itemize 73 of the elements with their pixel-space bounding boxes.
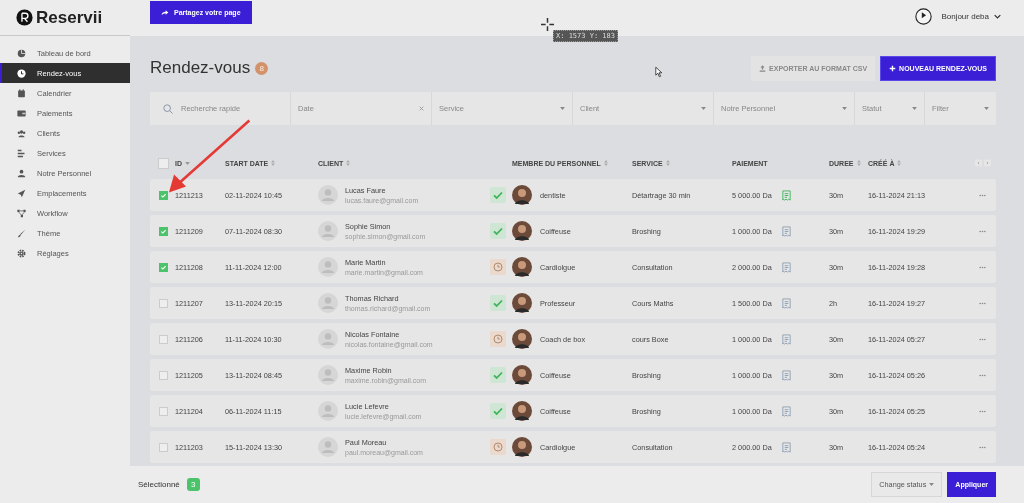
staff-avatar bbox=[512, 293, 532, 313]
avatar-icon bbox=[318, 365, 338, 385]
caret-down-icon bbox=[560, 107, 565, 110]
logo[interactable]: Reservii bbox=[36, 7, 103, 28]
more-icon bbox=[979, 409, 986, 413]
sort-icon bbox=[603, 160, 608, 166]
mouse-pointer-icon bbox=[655, 66, 663, 78]
chevron-down-icon bbox=[994, 13, 1001, 19]
more-icon bbox=[979, 445, 986, 449]
logo-icon bbox=[16, 9, 33, 26]
user-menu[interactable]: Bonjour deba bbox=[941, 11, 1001, 21]
chevron-left-icon bbox=[975, 157, 982, 169]
caret-down-icon bbox=[912, 107, 917, 110]
upload-icon bbox=[759, 64, 767, 72]
avatar-icon bbox=[318, 293, 338, 313]
checkbox[interactable] bbox=[159, 370, 168, 380]
avatar-icon bbox=[318, 221, 338, 241]
brush-icon bbox=[17, 228, 26, 238]
checkbox[interactable] bbox=[158, 157, 169, 169]
checkbox[interactable] bbox=[159, 334, 168, 344]
staff-avatar bbox=[512, 437, 532, 457]
sort-icon bbox=[897, 160, 902, 166]
sort-icon bbox=[271, 160, 276, 166]
caret-down-icon bbox=[701, 107, 706, 110]
staff-avatar bbox=[512, 185, 532, 205]
checkbox[interactable] bbox=[159, 406, 168, 416]
more-icon bbox=[979, 229, 986, 233]
avatar-icon bbox=[318, 401, 338, 421]
staff-avatar bbox=[512, 257, 532, 277]
calendar-icon bbox=[17, 88, 26, 98]
clock-icon bbox=[17, 68, 26, 78]
checkbox[interactable] bbox=[159, 442, 168, 452]
staff-avatar bbox=[512, 221, 532, 241]
checkbox[interactable] bbox=[159, 262, 168, 272]
staff-avatar bbox=[512, 329, 532, 349]
sort-icon bbox=[856, 160, 861, 166]
selected-count-badge: 3 bbox=[186, 478, 200, 491]
more-icon bbox=[979, 301, 986, 305]
share-icon bbox=[161, 8, 169, 16]
workflow-icon bbox=[17, 208, 26, 218]
person-icon bbox=[17, 168, 26, 178]
avatar-icon bbox=[318, 437, 338, 457]
checkbox[interactable] bbox=[159, 190, 168, 200]
sort-desc-icon bbox=[185, 161, 190, 165]
selected-label: Sélectionné bbox=[138, 480, 180, 489]
play-logo-icon bbox=[915, 7, 933, 25]
crosshair-icon bbox=[541, 18, 554, 31]
caret-down-icon bbox=[984, 107, 989, 110]
clear-icon bbox=[419, 106, 424, 111]
checkbox[interactable] bbox=[159, 298, 168, 308]
caret-down-icon bbox=[929, 483, 935, 486]
sort-icon bbox=[346, 160, 351, 166]
sort-icon bbox=[665, 160, 670, 166]
avatar-icon bbox=[318, 257, 338, 277]
count-badge: 8 bbox=[255, 61, 269, 75]
more-icon bbox=[979, 337, 986, 341]
gear-icon bbox=[17, 248, 26, 258]
page-title: Rendez-vous bbox=[150, 58, 251, 78]
wallet-icon bbox=[17, 108, 26, 118]
staff-avatar bbox=[512, 365, 532, 385]
avatar-icon bbox=[318, 185, 338, 205]
more-icon bbox=[979, 265, 986, 269]
checkbox[interactable] bbox=[159, 226, 168, 236]
plus-icon bbox=[889, 64, 897, 72]
more-icon bbox=[979, 373, 986, 377]
avatar-icon bbox=[318, 329, 338, 349]
caret-down-icon bbox=[842, 107, 847, 110]
send-icon bbox=[17, 188, 26, 198]
staff-avatar bbox=[512, 401, 532, 421]
chevron-right-icon bbox=[984, 157, 991, 169]
list-icon bbox=[17, 148, 26, 158]
more-icon bbox=[979, 193, 986, 197]
search-icon bbox=[163, 103, 173, 114]
